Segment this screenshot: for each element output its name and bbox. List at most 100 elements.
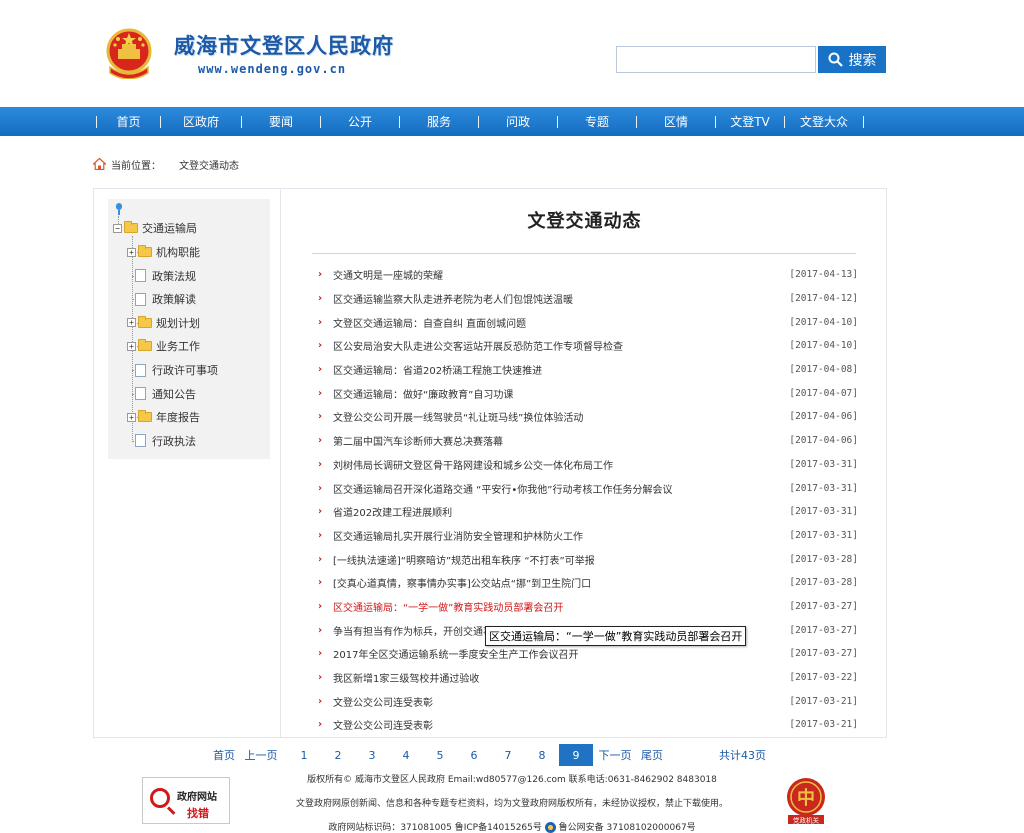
news-item[interactable]: › 区交通运输局扎实开展行业消防安全管理和护林防火工作 [2017-03-31] [318,524,858,548]
news-item[interactable]: › 区公安局治安大队走进公交客运站开展反恐防范工作专项督导检查 [2017-04-1… [318,334,858,358]
folder-icon [138,410,152,423]
news-item[interactable]: › [一线执法速递]“明察暗访”规范出租车秩序 “不打表”可举报 [2017-03-… [318,547,858,571]
collapse-icon[interactable]: − [113,223,122,233]
news-item[interactable]: › 交通文明是一座城的荣耀 [2017-04-13] [318,263,858,287]
news-title-link[interactable]: 文登公交公司开展一线驾驶员“礼让斑马线”换位体验活动 [333,409,786,424]
nav-item[interactable]: 文登大众 [785,113,863,130]
breadcrumb-current[interactable]: 文登交通动态 [179,157,239,172]
news-title-link[interactable]: 区交通运输局：省道202桥涵工程施工快速推进 [333,362,786,377]
news-item[interactable]: › 文登区交通运输局：自查自纠 直面创城问题 [2017-04-10] [318,310,858,334]
news-title-link[interactable]: 区交通运输局扎实开展行业消防安全管理和护林防火工作 [333,528,786,543]
nav-item[interactable]: 专题 [558,113,636,130]
sidebar-item[interactable]: 政策法规 [129,268,196,284]
news-date: [2017-04-12] [789,293,858,305]
page-number[interactable]: 5 [423,744,457,766]
sidebar-item[interactable]: 行政执法 [129,433,196,449]
nav-item[interactable]: 公开 [321,113,399,130]
news-item[interactable]: › 文登公交公司连受表彰 [2017-03-21] [318,689,858,713]
news-item[interactable]: › 区交通运输局：省道202桥涵工程施工快速推进 [2017-04-08] [318,358,858,382]
expand-icon[interactable]: + [127,318,136,328]
nav-item[interactable]: 问政 [479,113,557,130]
news-title-link[interactable]: 区交通运输监察大队走进养老院为老人们包馄饨送温暖 [333,291,786,306]
breadcrumb: 当前位置： 文登交通动态 [93,155,239,173]
news-title-link[interactable]: 第二届中国汽车诊断师大赛总决赛落幕 [333,433,786,448]
news-title-link[interactable]: 刘树伟局长调研文登区骨干路网建设和城乡公交一体化布局工作 [333,457,786,472]
sidebar-root[interactable]: − 交通运输局 [113,220,197,236]
page-first[interactable]: 首页 [209,744,239,766]
search-button-label: 搜索 [848,52,877,69]
national-emblem-icon [106,28,152,79]
page-number[interactable]: 9 [559,744,593,766]
find-error-badge[interactable]: 政府网站 找错 [142,777,230,824]
nav-item[interactable]: 区政府 [161,113,241,130]
news-item[interactable]: › 区交通运输局：做好“廉政教育”自习功课 [2017-04-07] [318,381,858,405]
page-number[interactable]: 4 [389,744,423,766]
news-title-link[interactable]: 2017年全区交通运输系统一季度安全生产工作会议召开 [333,646,786,661]
news-title-link[interactable]: 区公安局治安大队走进公交客运站开展反恐防范工作专项督导检查 [333,338,786,353]
news-title-link[interactable]: [一线执法速递]“明察暗访”规范出租车秩序 “不打表”可举报 [333,552,786,567]
police-badge-icon [544,822,556,833]
sidebar-item-label: 行政许可事项 [152,364,218,377]
document-icon [135,434,146,448]
news-item[interactable]: › 文登公交公司连受表彰 [2017-03-21] [318,713,858,737]
sidebar-item[interactable]: 行政许可事项 [129,362,218,378]
news-item[interactable]: › 省道202改建工程进展顺利 [2017-03-31] [318,500,858,524]
page-prev[interactable]: 上一页 [239,744,283,766]
nav-item[interactable]: 要闻 [242,113,320,130]
sidebar-item[interactable]: 通知公告 [129,386,196,402]
tree-root-icon [116,203,122,215]
sidebar-item-label: 通知公告 [152,387,196,401]
sidebar-divider [280,189,281,737]
party-government-badge-icon[interactable]: 中 党政机关 [784,777,828,825]
page-last[interactable]: 尾页 [637,744,667,766]
expand-icon[interactable]: + [127,247,136,257]
page-number[interactable]: 8 [525,744,559,766]
news-item[interactable]: › 区交通运输监察大队走进养老院为老人们包馄饨送温暖 [2017-04-12] [318,287,858,311]
news-item[interactable]: › 文登公交公司开展一线驾驶员“礼让斑马线”换位体验活动 [2017-04-06] [318,405,858,429]
news-title-link[interactable]: 文登公交公司连受表彰 [333,694,786,709]
news-item[interactable]: › 区交通运输局：“一学一做”教育实践动员部署会召开 [2017-03-27] [318,595,858,619]
footer-police-record[interactable]: 鲁公网安备 37108102000067号 [559,823,696,833]
nav-item[interactable]: 区情 [637,113,715,130]
news-title-link[interactable]: 文登区交通运输局：自查自纠 直面创城问题 [333,315,786,330]
page-number[interactable]: 7 [491,744,525,766]
news-title-link[interactable]: [交真心道真情，察事情办实事]公交站点“挪”到卫生院门口 [333,575,786,590]
nav-item[interactable]: 首页 [97,113,160,130]
nav-separator [863,115,864,128]
sidebar-item[interactable]: + 规划计划 [127,315,200,331]
page-number[interactable]: 1 [287,744,321,766]
page-number[interactable]: 2 [321,744,355,766]
news-item[interactable]: › 第二届中国汽车诊断师大赛总决赛落幕 [2017-04-06] [318,429,858,453]
chevron-right-icon: › [318,411,323,423]
news-title-link[interactable]: 区交通运输局：“一学一做”教育实践动员部署会召开 [333,599,786,614]
news-title-link[interactable]: 交通文明是一座城的荣耀 [333,267,786,282]
news-item[interactable]: › [交真心道真情，察事情办实事]公交站点“挪”到卫生院门口 [2017-03-28… [318,571,858,595]
news-item[interactable]: › 我区新增1家三级驾校并通过验收 [2017-03-22] [318,666,858,690]
news-title-link[interactable]: 区交通运输局召开深化道路交通 “平安行•你我他”行动考核工作任务分解会议 [333,481,786,496]
news-item[interactable]: › 区交通运输局召开深化道路交通 “平安行•你我他”行动考核工作任务分解会议 [20… [318,476,858,500]
sidebar-item[interactable]: 政策解读 [129,291,196,307]
svg-text:中: 中 [797,787,815,809]
page-next[interactable]: 下一页 [593,744,637,766]
search-input[interactable] [616,46,816,73]
folder-icon [138,315,152,328]
sidebar-item-label: 行政执法 [152,434,196,448]
chevron-right-icon: › [318,624,323,636]
nav-item[interactable]: 文登TV [716,113,784,130]
expand-icon[interactable]: + [127,341,136,351]
news-title-link[interactable]: 区交通运输局：做好“廉政教育”自习功课 [333,386,786,401]
page-number[interactable]: 6 [457,744,491,766]
search-button[interactable]: 搜索 [818,46,886,73]
news-title-link[interactable]: 我区新增1家三级驾校并通过验收 [333,670,786,685]
page-number[interactable]: 3 [355,744,389,766]
news-title-link[interactable]: 文登公交公司连受表彰 [333,717,786,732]
nav-item[interactable]: 服务 [400,113,478,130]
sidebar-item[interactable]: + 机构职能 [127,244,200,260]
expand-icon[interactable]: + [127,412,136,422]
sidebar-item[interactable]: + 年度报告 [127,409,200,425]
news-title-link[interactable]: 省道202改建工程进展顺利 [333,504,786,519]
sidebar-item[interactable]: + 业务工作 [127,338,200,354]
footer-icp[interactable]: 政府网站标识码：371081005 鲁ICP备14015265号 [328,823,542,833]
chevron-right-icon: › [318,458,323,470]
news-item[interactable]: › 刘树伟局长调研文登区骨干路网建设和城乡公交一体化布局工作 [2017-03-31… [318,453,858,477]
